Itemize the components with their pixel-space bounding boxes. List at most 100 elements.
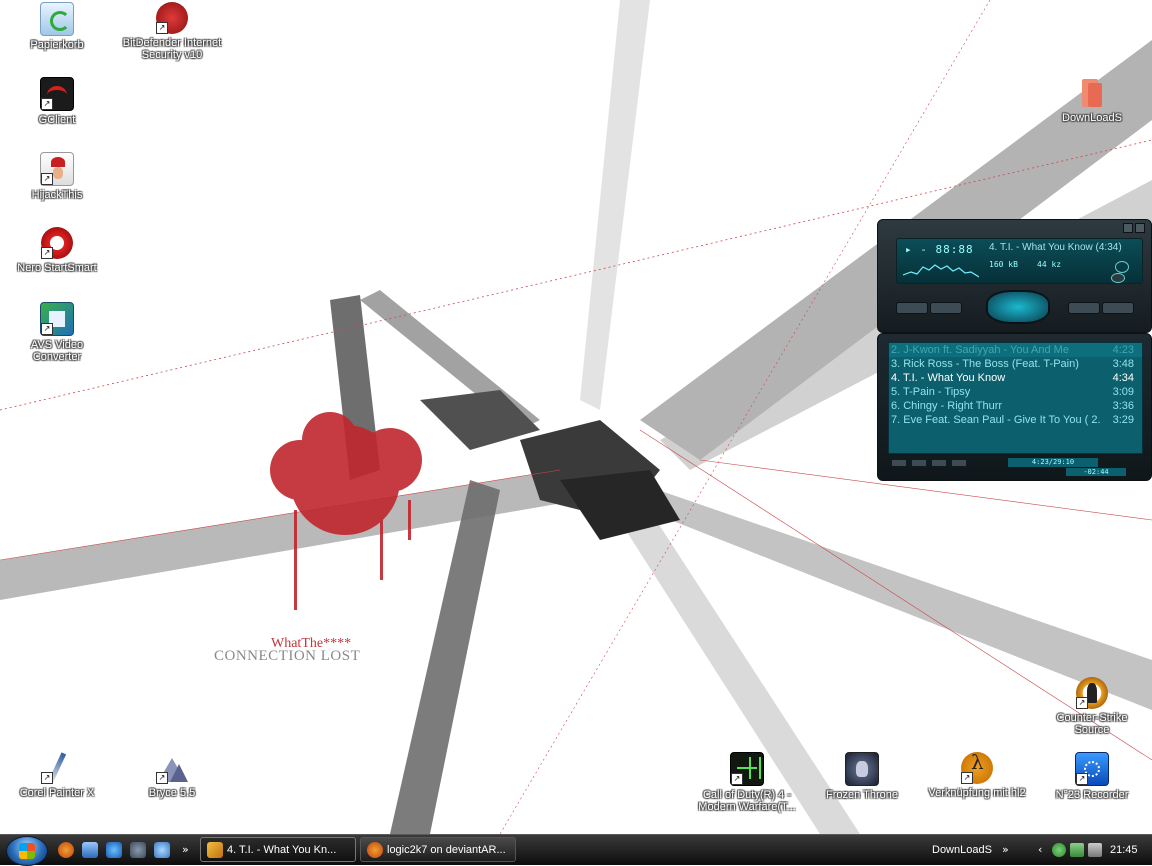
taskbar-button-firefox[interactable]: logic2k7 on deviantAR... [360, 837, 516, 862]
tray-expand-arrow[interactable]: ‹ [1038, 843, 1042, 856]
playlist-item-title: 2. J-Kwon ft. Sadiyyah - You And Me [891, 344, 1069, 356]
winamp-minimize-button[interactable] [1123, 223, 1133, 233]
clock[interactable]: 21:45 [1110, 835, 1138, 865]
recycle-bin-icon [40, 2, 74, 36]
shortcut-arrow-icon: ↗ [1076, 773, 1088, 785]
desktop-icon-n23-recorder[interactable]: ↗ N°23 Recorder [1042, 752, 1142, 801]
playlist-item-title: 6. Chingy - Right Thurr [891, 400, 1003, 412]
desktop-icon-hijackthis[interactable]: ↗ HijackThis [7, 152, 107, 201]
desktop-icon-label: Counter-Strike Source [1056, 712, 1128, 736]
media-player-icon[interactable] [130, 842, 146, 858]
playlist-item-duration: 3:09 [1112, 386, 1134, 398]
playlist-item-title: 7. Eve Feat. Sean Paul - Give It To You … [891, 414, 1101, 426]
internet-explorer-icon[interactable] [106, 842, 122, 858]
desktop-icon-frozen-throne[interactable]: Frozen Throne [812, 752, 912, 801]
playlist-item[interactable]: 6. Chingy - Right Thurr 3:36 [889, 399, 1142, 413]
desktop-icon-label: HijackThis [31, 189, 83, 201]
shortcut-arrow-icon: ↗ [156, 772, 168, 784]
desktop-icon-label: Corel Painter X [19, 787, 95, 799]
playlist-item-duration: 3:29 [1112, 414, 1134, 426]
counter-strike-icon: ↗ [1076, 677, 1108, 709]
windows-logo-icon [19, 843, 35, 859]
playlist-item-title: 4. T.I. - What You Know [891, 372, 1006, 384]
playlist-item[interactable]: 3. Rick Ross - The Boss (Feat. T-Pain) 3:… [889, 357, 1142, 371]
winamp-volume-knob[interactable] [1111, 273, 1125, 283]
desktop-icon-label: Call of Duty(R) 4 - Modern Warfare(T... [698, 789, 796, 813]
winamp-playlist-window[interactable]: 2. J-Kwon ft. Sadiyyah - You And Me 4:23 3… [877, 333, 1152, 481]
desktop-icon-nero[interactable]: ↗ Nero StartSmart [7, 227, 107, 274]
playlist-misc-button[interactable] [952, 460, 966, 466]
bitdefender-icon: ↗ [156, 2, 188, 34]
desktop-icon-label: Papierkorb [30, 39, 84, 51]
network-tray-icon[interactable] [1070, 843, 1084, 857]
playlist-item-duration: 4:23 [1112, 344, 1134, 356]
winamp-visualizer [903, 264, 979, 278]
start-button[interactable] [6, 836, 48, 866]
nero-icon: ↗ [41, 227, 73, 259]
shortcut-arrow-icon: ↗ [961, 772, 973, 784]
desktop-icon-bitdefender[interactable]: ↗ BitDefender Internet Security v10 [122, 2, 222, 61]
playlist-remaining-time: -02:44 [1066, 468, 1126, 476]
winamp-stop-button[interactable] [930, 302, 962, 314]
winamp-close-button[interactable] [1135, 223, 1145, 233]
playlist-item-duration: 3:48 [1112, 358, 1134, 370]
corel-painter-icon: ↗ [41, 752, 73, 784]
desktop-icon-counter-strike[interactable]: ↗ Counter-Strike Source [1040, 677, 1144, 736]
taskbar-button-winamp[interactable]: 4. T.I. - What You Kn... [200, 837, 356, 862]
winamp-bitrate: 160 kB [989, 260, 1018, 269]
desktop-icon-corel-painter[interactable]: ↗ Corel Painter X [7, 752, 107, 799]
desktop-icon-call-of-duty[interactable]: ↗ Call of Duty(R) 4 - Modern Warfare(T..… [697, 752, 797, 813]
messenger-icon[interactable] [154, 842, 170, 858]
playlist-total-time: 4:23/29:10 [1008, 458, 1098, 467]
toolbar-chevron[interactable]: » [1002, 843, 1009, 856]
playlist-item[interactable]: 5. T-Pain - Tipsy 3:09 [889, 385, 1142, 399]
playlist-add-button[interactable] [892, 460, 906, 466]
playlist-item[interactable]: 7. Eve Feat. Sean Paul - Give It To You … [889, 413, 1142, 427]
winamp-icon [207, 842, 223, 858]
playlist-select-button[interactable] [932, 460, 946, 466]
shortcut-arrow-icon: ↗ [1076, 697, 1088, 709]
winamp-pause-button[interactable] [1068, 302, 1100, 314]
folder-icon [1076, 77, 1108, 109]
playlist-item-duration: 4:34 [1112, 372, 1134, 384]
winamp-prev-button[interactable] [896, 302, 928, 314]
winamp-song-title: 4. T.I. - What You Know (4:34) [989, 242, 1122, 253]
winamp-display: ▸ - 88:88 4. T.I. - What You Know (4:34)… [896, 238, 1143, 284]
shortcut-arrow-icon: ↗ [156, 22, 168, 34]
shortcut-arrow-icon: ↗ [41, 173, 53, 185]
winamp-next-button[interactable] [1102, 302, 1134, 314]
avs-video-icon: ↗ [40, 302, 74, 336]
desktop-icon-recycle-bin[interactable]: Papierkorb [7, 2, 107, 51]
frozen-throne-icon [845, 752, 879, 786]
shortcut-arrow-icon: ↗ [41, 772, 53, 784]
playlist-item[interactable]: 2. J-Kwon ft. Sadiyyah - You And Me 4:23 [889, 343, 1142, 357]
quicklaunch-chevron[interactable]: » [182, 843, 189, 856]
gclient-icon: ↗ [40, 77, 74, 111]
desktop-icon-bryce[interactable]: ↗ Bryce 5.5 [122, 752, 222, 799]
desktop-icon-label: AVS Video Converter [30, 339, 84, 363]
firefox-quicklaunch-icon[interactable] [58, 842, 74, 858]
user-tray-icon[interactable] [1052, 843, 1066, 857]
hijackthis-icon: ↗ [40, 152, 74, 186]
desktop-icon-label: N°23 Recorder [1055, 789, 1129, 801]
desktop-icon-half-life-2[interactable]: λ ↗ Verknüpfung mit hl2 [927, 752, 1027, 799]
playlist-remove-button[interactable] [912, 460, 926, 466]
desktop-icon-downloads-folder[interactable]: DownLoadS [1042, 77, 1142, 124]
desktop-icon-avs[interactable]: ↗ AVS Video Converter [7, 302, 107, 363]
winamp-play-button[interactable] [986, 290, 1050, 324]
desktop-icon-label: GClient [38, 114, 76, 126]
volume-tray-icon[interactable] [1088, 843, 1102, 857]
toolbar-downloads[interactable]: DownLoadS [932, 835, 992, 865]
winamp-main-window[interactable]: ▸ - 88:88 4. T.I. - What You Know (4:34)… [877, 219, 1152, 333]
half-life-2-icon: λ ↗ [961, 752, 993, 784]
taskbar-button-label: 4. T.I. - What You Kn... [227, 844, 337, 856]
winamp-playlist: 2. J-Kwon ft. Sadiyyah - You And Me 4:23 3… [888, 342, 1143, 454]
playlist-item[interactable]: 4. T.I. - What You Know 4:34 [889, 371, 1142, 385]
desktop-icon-label: Bryce 5.5 [148, 787, 196, 799]
show-desktop-icon[interactable] [82, 842, 98, 858]
taskbar-button-label: logic2k7 on deviantAR... [387, 844, 506, 856]
winamp-eq-toggle[interactable] [1115, 261, 1129, 273]
desktop-icon-gclient[interactable]: ↗ GClient [7, 77, 107, 126]
taskbar: » 4. T.I. - What You Kn... logic2k7 on d… [0, 834, 1152, 866]
n23-recorder-icon: ↗ [1075, 752, 1109, 786]
